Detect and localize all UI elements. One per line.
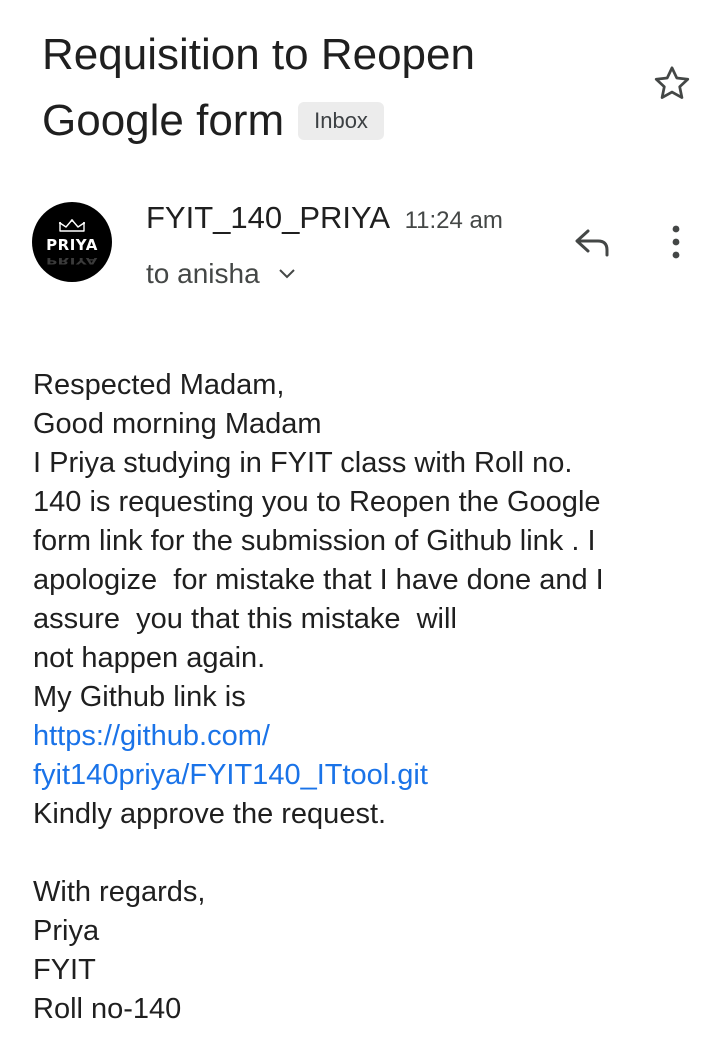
body-closing: With regards, [33,876,206,908]
crown-icon [58,219,86,232]
avatar-text-reflection: PRIYA [46,255,98,267]
inbox-label-badge[interactable]: Inbox [298,102,384,140]
body-line: Kindly approve the request. [33,798,387,830]
github-link-part-1[interactable]: https://github.com/ [33,717,703,756]
github-link[interactable]: fyit140priya/FYIT140_ITtool.git [33,759,428,791]
recipient-text: to anisha [146,258,260,289]
body-line: My Github link is [33,681,246,713]
email-body: Respected Madam, Good morning Madam I Pr… [33,366,703,1029]
body-greeting: Respected Madam, [33,369,285,401]
sent-time: 11:24 am [404,207,503,234]
subject-line-2: Google form [42,96,285,145]
github-link-part-2[interactable]: fyit140priya/FYIT140_ITtool.git [33,756,703,795]
recipient-details-toggle[interactable]: to anisha [146,258,296,290]
avatar-text: PRIYA [46,236,98,254]
body-line: I Priya studying in FYIT class with Roll… [33,447,573,479]
subject-line-2-row: Google form Inbox [42,88,632,154]
reply-icon [575,229,609,257]
body-line: form link for the submission of Github l… [33,525,596,557]
more-options-button[interactable] [664,222,688,262]
body-line: assure you that this mistake will [33,603,457,635]
star-icon[interactable] [650,62,694,106]
more-vertical-icon [672,225,680,259]
sender-header: FYIT_140_PRIYA 11:24 am [146,200,503,236]
reply-button[interactable] [570,222,614,262]
email-subject: Requisition to Reopen Google form Inbox [42,22,632,154]
signature-roll: Roll no-140 [33,993,182,1025]
body-line: 140 is requesting you to Reopen the Goog… [33,486,601,518]
sender-avatar[interactable]: PRIYA PRIYA [32,202,112,282]
subject-line-1: Requisition to Reopen [42,30,475,79]
github-link[interactable]: https://github.com/ [33,720,270,752]
signature-class: FYIT [33,954,96,986]
body-line: apologize for mistake that I have done a… [33,564,604,596]
body-line: not happen again. [33,642,266,674]
body-line: Good morning Madam [33,408,322,440]
chevron-down-icon[interactable] [278,268,296,280]
signature-name: Priya [33,915,100,947]
sender-name[interactable]: FYIT_140_PRIYA [146,200,390,235]
